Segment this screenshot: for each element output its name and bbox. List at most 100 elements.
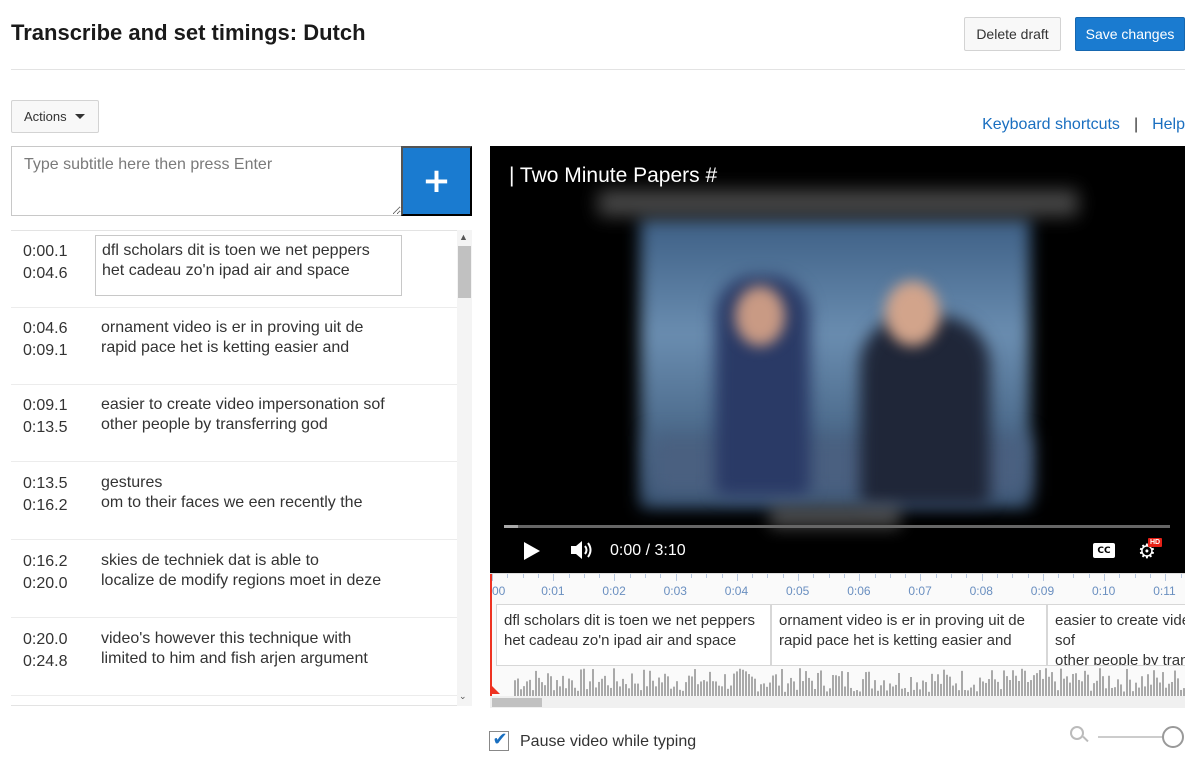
- waveform-bar: [517, 678, 519, 696]
- waveform-bar: [802, 681, 804, 696]
- waveform-bar: [1018, 680, 1020, 696]
- help-link[interactable]: Help: [1152, 116, 1185, 134]
- timeline-minor-tick: [782, 574, 784, 578]
- cue-text-line: ornament video is er in proving uit de: [101, 319, 364, 336]
- waveform-bar: [1153, 670, 1155, 696]
- cue-end-time[interactable]: 0:04.6: [23, 263, 67, 285]
- segment-text-line: dfl scholars dit is toen we net peppers: [504, 612, 755, 629]
- waveform-bar: [1150, 684, 1152, 696]
- waveform-bar: [655, 686, 657, 696]
- zoom-slider-knob[interactable]: [1162, 726, 1184, 748]
- waveform-bar: [529, 679, 531, 696]
- cue-row[interactable]: 0:13.5 0:16.2 gestures om to their faces…: [11, 463, 457, 540]
- cue-times[interactable]: 0:13.5 0:16.2: [23, 473, 67, 517]
- timeline-tick-label: 0:01: [541, 584, 565, 598]
- cue-times[interactable]: 0:20.0 0:24.8: [23, 629, 67, 673]
- waveform-bar: [1159, 682, 1161, 696]
- timeline-minor-tick: [843, 574, 845, 578]
- cue-times[interactable]: 0:04.6 0:09.1: [23, 318, 67, 362]
- waveform-bar: [1009, 680, 1011, 696]
- add-subtitle-button[interactable]: +: [401, 146, 472, 216]
- cue-end-time[interactable]: 0:13.5: [23, 417, 67, 439]
- waveform-bar: [1066, 676, 1068, 696]
- cue-start-time[interactable]: 0:00.1: [23, 241, 67, 263]
- cue-row[interactable]: 0:09.1 0:13.5 easier to create video imp…: [11, 385, 457, 462]
- cue-end-time[interactable]: 0:09.1: [23, 340, 67, 362]
- timeline-minor-tick: [1012, 574, 1014, 578]
- timeline-minor-tick: [828, 574, 830, 578]
- video-title[interactable]: | Two Minute Papers #: [509, 164, 717, 188]
- cue-text[interactable]: easier to create video impersonation sof…: [101, 395, 401, 435]
- waveform-bar: [691, 676, 693, 696]
- waveform-bar: [1030, 680, 1032, 696]
- cue-text[interactable]: video's however this technique with limi…: [101, 629, 401, 669]
- cue-start-time[interactable]: 0:16.2: [23, 551, 67, 573]
- subtitle-timeline[interactable]: 0:11 0:10 0:09 0:08 0:07 0:06 0:05 0:04 0:03 0:02…: [490, 573, 1185, 708]
- waveform-bar: [829, 688, 831, 696]
- cue-start-time[interactable]: 0:04.6: [23, 318, 67, 340]
- pause-video-label[interactable]: Pause video while typing: [520, 733, 696, 751]
- cue-list-scrollbar[interactable]: [457, 230, 472, 706]
- play-icon[interactable]: [524, 542, 540, 560]
- cue-text[interactable]: skies de techniek dat is able to localiz…: [101, 551, 401, 591]
- cue-times[interactable]: 0:16.2 0:20.0: [23, 551, 67, 595]
- cue-start-time[interactable]: 0:09.1: [23, 395, 67, 417]
- cue-row[interactable]: 0:00.1 0:04.6 dfl scholars dit is toen w…: [11, 231, 457, 308]
- cue-end-time[interactable]: 0:20.0: [23, 573, 67, 595]
- delete-draft-button[interactable]: Delete draft: [964, 17, 1061, 51]
- waveform-bar: [838, 676, 840, 696]
- cue-text[interactable]: ornament video is er in proving uit de r…: [101, 318, 401, 358]
- keyboard-shortcuts-link[interactable]: Keyboard shortcuts: [982, 116, 1120, 134]
- timeline-tick-label: 00: [492, 584, 506, 598]
- video-progress-fill: [504, 525, 518, 528]
- timeline-segment[interactable]: dfl scholars dit is toen we net peppers …: [496, 604, 771, 666]
- timeline-segment[interactable]: ornament video is er in proving uit de r…: [771, 604, 1047, 666]
- cue-list-scroll-thumb[interactable]: [458, 246, 471, 298]
- volume-icon[interactable]: [569, 539, 595, 561]
- timeline-minor-tick: [660, 574, 662, 578]
- zoom-slider-track[interactable]: [1098, 736, 1168, 738]
- waveform-bar: [676, 681, 678, 696]
- waveform-bar: [901, 688, 903, 696]
- waveform-bar: [775, 674, 777, 696]
- cue-text-editor[interactable]: dfl scholars dit is toen we net peppers …: [95, 235, 402, 296]
- waveform-bar: [514, 680, 516, 696]
- waveform-bar: [862, 679, 864, 696]
- timeline-scroll-thumb[interactable]: [492, 698, 542, 707]
- waveform-bar: [739, 668, 741, 696]
- cue-row[interactable]: 0:04.6 0:09.1 ornament video is er in pr…: [11, 308, 457, 385]
- scroll-up-arrow-icon[interactable]: ▲: [459, 232, 468, 242]
- checkmark-icon[interactable]: ✔: [489, 729, 511, 750]
- playhead-marker-icon[interactable]: [490, 684, 500, 694]
- cue-text[interactable]: gestures om to their faces we een recent…: [101, 473, 401, 513]
- subtitle-input[interactable]: [11, 146, 402, 216]
- timeline-tick-label: 0:09: [1030, 584, 1055, 598]
- cue-end-time[interactable]: 0:24.8: [23, 651, 67, 673]
- waveform-bar: [946, 674, 948, 696]
- cue-end-time[interactable]: 0:16.2: [23, 495, 67, 517]
- cue-row[interactable]: 0:16.2 0:20.0 skies de techniek dat is a…: [11, 541, 457, 618]
- closed-captions-icon[interactable]: CC: [1093, 543, 1115, 558]
- video-progress-bar[interactable]: [504, 525, 1170, 528]
- scroll-down-arrow-icon[interactable]: ⌄: [459, 691, 467, 702]
- waveform-bar: [760, 684, 762, 696]
- waveform-bar: [598, 681, 600, 696]
- waveform-bar: [697, 684, 699, 696]
- zoom-magnifier-handle: [1082, 735, 1089, 743]
- timeline-playhead[interactable]: [490, 574, 492, 696]
- video-player[interactable]: | Two Minute Papers # 0:00 / 3:10 CC ⚙ H…: [490, 146, 1185, 573]
- waveform-bar: [817, 672, 819, 696]
- segment-text-line: sof: [1055, 632, 1076, 649]
- timeline-scrollbar[interactable]: [490, 696, 1185, 708]
- cue-row[interactable]: 0:20.0 0:24.8 video's however this techn…: [11, 619, 457, 696]
- actions-dropdown-button[interactable]: Actions: [11, 100, 99, 133]
- cue-times[interactable]: 0:09.1 0:13.5: [23, 395, 67, 439]
- waveform-bar: [931, 673, 933, 696]
- timeline-minor-tick: [1119, 574, 1121, 578]
- cue-start-time[interactable]: 0:20.0: [23, 629, 67, 651]
- save-changes-button[interactable]: Save changes: [1075, 17, 1185, 51]
- cue-start-time[interactable]: 0:13.5: [23, 473, 67, 495]
- timeline-segment[interactable]: easier to create vide sof other people b…: [1047, 604, 1185, 666]
- waveform-bar: [814, 688, 816, 696]
- cue-times[interactable]: 0:00.1 0:04.6: [23, 241, 67, 285]
